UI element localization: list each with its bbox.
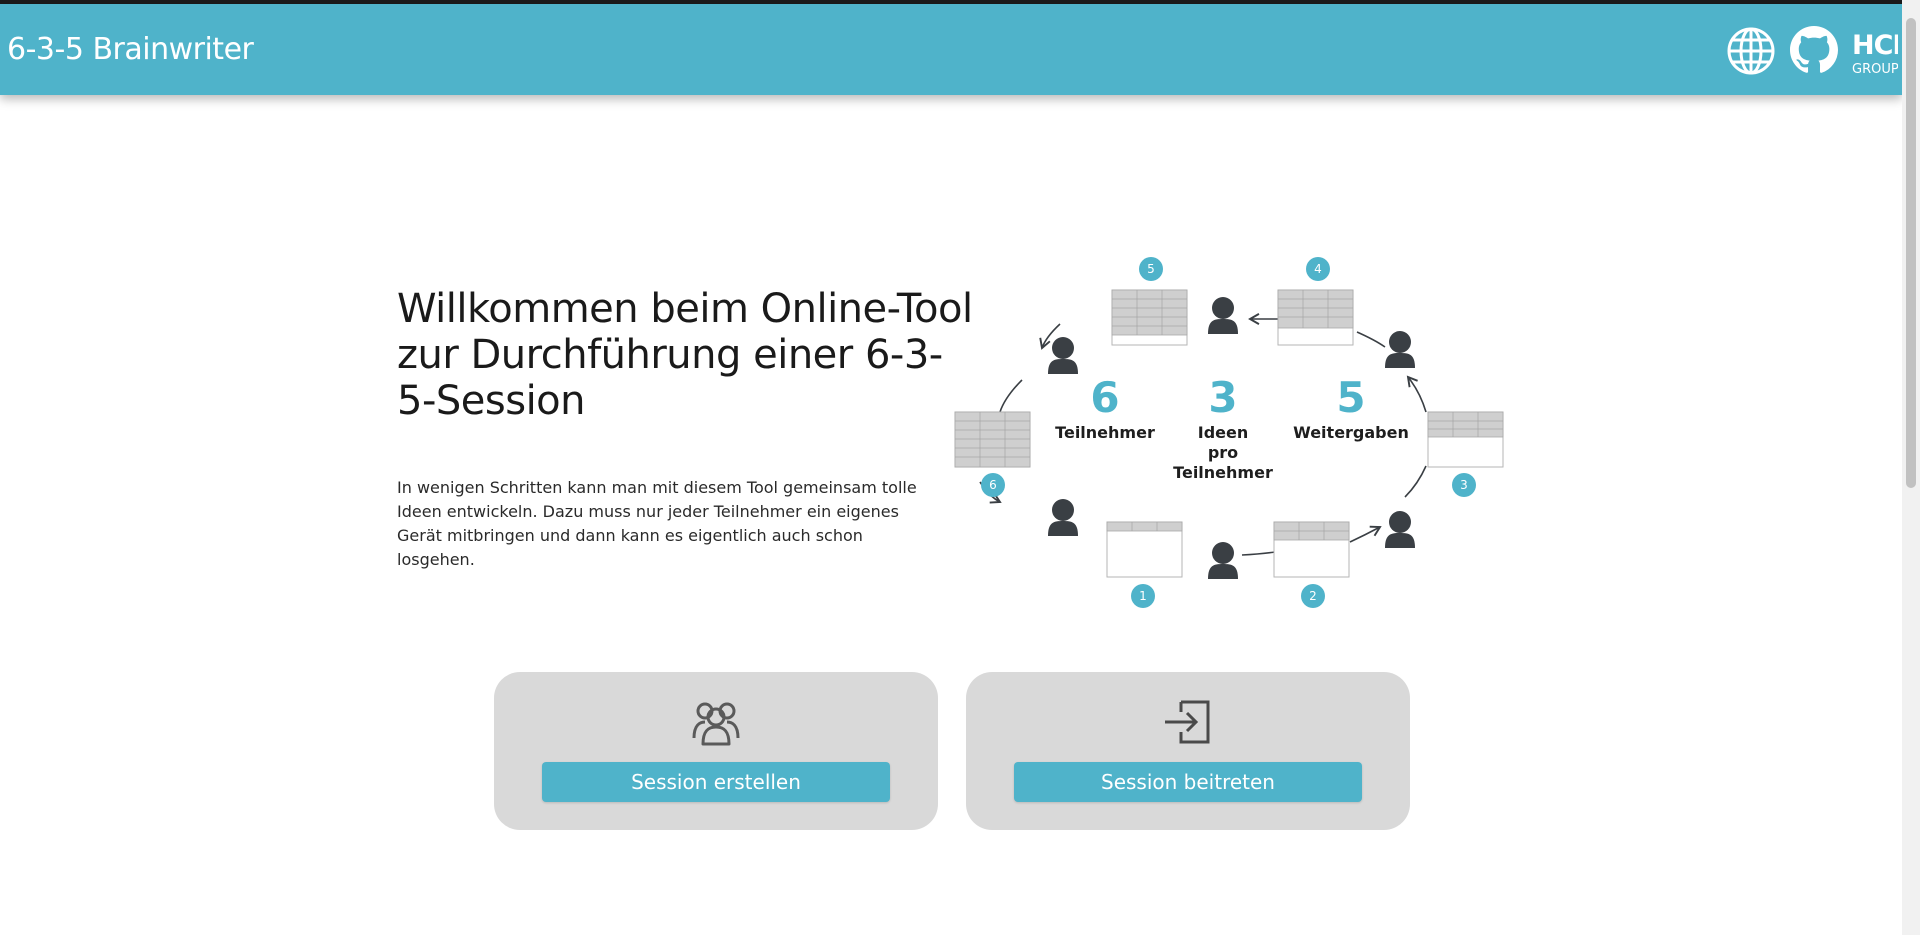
github-icon[interactable] [1790, 26, 1838, 74]
step-number: 1 [1139, 589, 1147, 603]
step-number: 4 [1314, 262, 1322, 276]
page-title: Willkommen beim Online-Tool zur Durchfüh… [397, 286, 973, 424]
stat-label: Teilnehmer [1173, 463, 1273, 482]
join-session-card: Session beitreten [966, 672, 1410, 830]
step-number: 5 [1147, 262, 1155, 276]
brand-title[interactable]: 6-3-5 Brainwriter [7, 32, 254, 67]
create-session-button[interactable]: Session erstellen [542, 762, 890, 802]
stat-label: Ideen [1198, 423, 1249, 442]
stat-label: pro [1208, 443, 1238, 462]
scrollbar-thumb[interactable] [1906, 18, 1916, 488]
step-number: 2 [1309, 589, 1317, 603]
stat-label: Weitergaben [1293, 423, 1409, 442]
create-session-card: Session erstellen [494, 672, 938, 830]
stat-label: Teilnehmer [1055, 423, 1155, 442]
stat-number: 5 [1336, 373, 1365, 422]
stat-number: 6 [1090, 373, 1119, 422]
navbar: 6-3-5 Brainwriter HCI GROUP [0, 4, 1902, 95]
hci-group-logo[interactable]: HCI GROUP [1850, 24, 1898, 78]
intro-text: In wenigen Schritten kann man mit diesem… [397, 478, 917, 569]
six-three-five-diagram: 6 Teilnehmer 3 Ideen pro Teilnehmer 5 We… [954, 257, 1504, 608]
vertical-scrollbar[interactable] [1902, 0, 1920, 935]
group-icon [692, 702, 740, 746]
step-number: 3 [1460, 478, 1468, 492]
svg-text:GROUP: GROUP [1852, 62, 1898, 77]
join-session-button[interactable]: Session beitreten [1014, 762, 1362, 802]
step-number: 6 [989, 478, 997, 492]
globe-icon[interactable] [1726, 26, 1776, 76]
sign-in-icon [1165, 700, 1210, 744]
svg-text:HCI: HCI [1852, 30, 1898, 61]
stat-number: 3 [1208, 373, 1237, 422]
